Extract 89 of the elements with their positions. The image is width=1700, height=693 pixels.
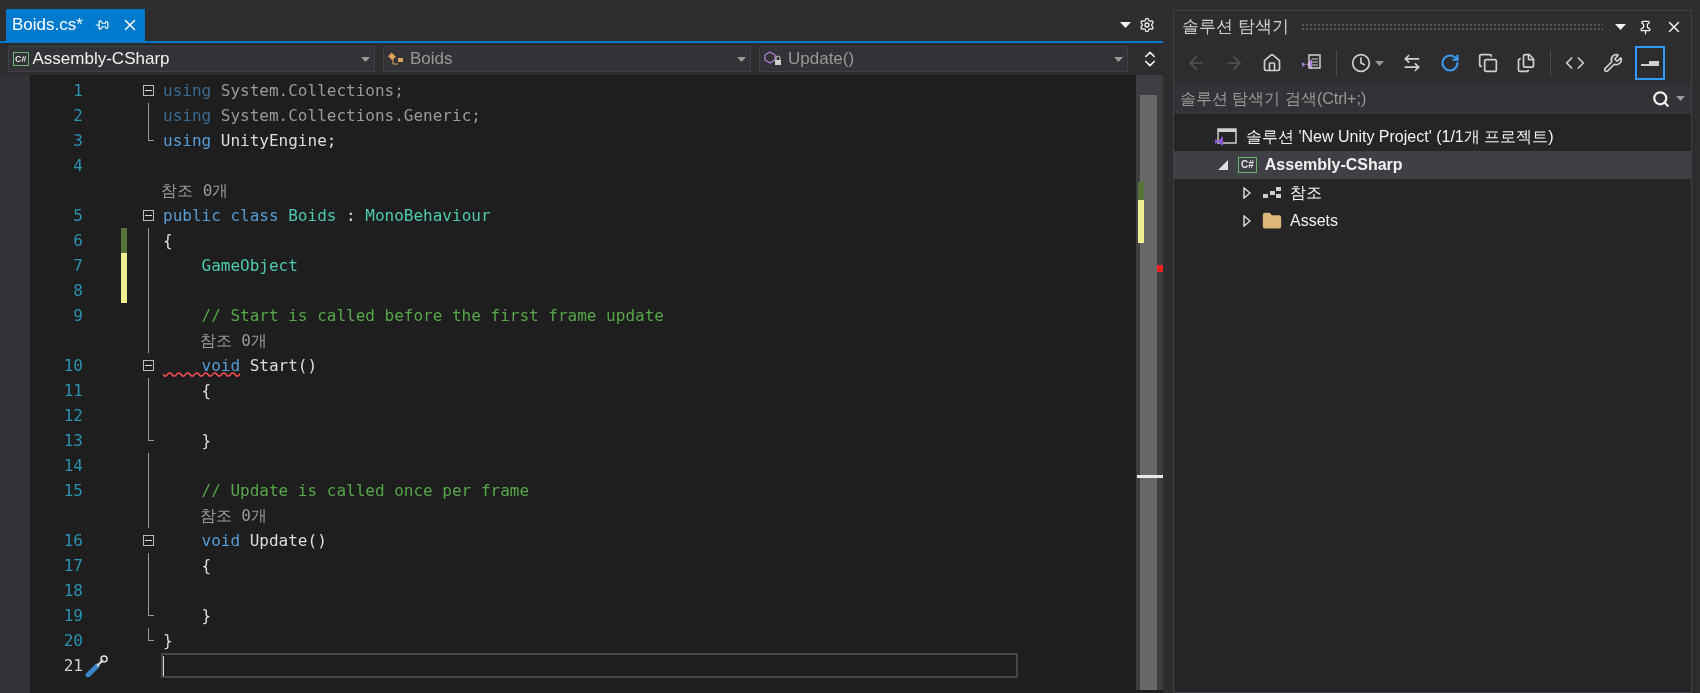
references-icon — [1262, 185, 1282, 201]
code-line: { — [200, 554, 212, 577]
dropdown-caret-icon — [737, 56, 746, 62]
line-number: 20 — [63, 629, 83, 652]
line-number: 13 — [63, 429, 83, 452]
line-number: 11 — [63, 379, 83, 402]
code-line: // Start is called before the first frame update — [200, 304, 664, 327]
sync-arrows-icon — [1402, 53, 1422, 73]
code-line: GameObject — [200, 254, 298, 277]
code-line: using UnityEngine; — [163, 129, 337, 152]
line-number: 21 — [63, 654, 83, 677]
line-number: 7 — [73, 254, 83, 277]
line-number: 2 — [73, 104, 83, 127]
pin-icon[interactable] — [1638, 19, 1653, 35]
text-cursor — [163, 655, 164, 676]
expanded-triangle-icon[interactable] — [1218, 160, 1228, 170]
navigation-dropdown[interactable]: Update() — [759, 46, 1128, 72]
tab-list-caret-icon[interactable] — [1120, 22, 1131, 28]
tree-item-label: 참조 — [1290, 183, 1322, 203]
collapsed-triangle-icon[interactable] — [1243, 215, 1251, 227]
tree-item[interactable]: 솔루션 'New Unity Project' (1/1개 프로젝트) — [1174, 123, 1691, 151]
line-number: 17 — [63, 554, 83, 577]
line-number: 5 — [73, 204, 83, 227]
code-line: public class Boids : MonoBehaviour — [163, 204, 491, 227]
reference-count[interactable]: 참조 0개 — [161, 503, 267, 528]
panel-title: 솔루션 탐색기 — [1182, 16, 1289, 39]
fold-toggle-icon[interactable] — [143, 535, 154, 546]
code-line: } — [200, 604, 212, 627]
fold-toggle-icon[interactable] — [143, 360, 154, 371]
preview-icon — [1641, 60, 1659, 66]
home-icon — [1262, 53, 1282, 73]
tree-item-label: Assembly-CSharp — [1264, 155, 1403, 175]
scrollbar-drawing[interactable] — [1136, 75, 1163, 690]
settings-icon[interactable] — [1139, 17, 1155, 33]
refresh-icon — [1440, 53, 1460, 73]
code-line: void Start() — [200, 354, 318, 377]
tree-item-label: Assets — [1290, 211, 1338, 231]
line-number: 9 — [73, 304, 83, 327]
code-line: { — [200, 379, 212, 402]
collapse-all-icon — [1478, 53, 1498, 73]
fold-toggle-icon[interactable] — [143, 210, 154, 221]
csharp-icon: C# — [13, 52, 29, 66]
reference-count[interactable]: 참조 0개 — [161, 328, 267, 353]
search-field[interactable]: 솔루션 탐색기 검색(Ctrl+;) — [1174, 83, 1646, 114]
class-icon — [388, 51, 406, 67]
panel-menu-caret-icon[interactable] — [1615, 24, 1626, 30]
tree-item-label: 솔루션 'New Unity Project' (1/1개 프로젝트) — [1246, 127, 1554, 147]
clock-filter-icon — [1351, 53, 1371, 73]
tree-item[interactable]: 참조 — [1174, 179, 1691, 207]
line-number: 8 — [73, 279, 83, 302]
wrench-icon — [1603, 53, 1623, 73]
line-number: 19 — [63, 604, 83, 627]
toolbar-button[interactable] — [1635, 46, 1665, 80]
line-number: 10 — [63, 354, 83, 377]
search-options-caret-icon — [1676, 96, 1685, 101]
code-line: using System.Collections.Generic; — [163, 104, 481, 127]
dropdown-caret-icon — [1375, 60, 1384, 66]
tree-item[interactable]: C# Assembly-CSharp — [1174, 151, 1691, 179]
code-line: } — [163, 629, 173, 652]
navigation-dropdown[interactable]: C# Assembly-CSharp — [8, 46, 375, 72]
dropdown-caret-icon — [1114, 56, 1123, 62]
show-all-files-icon — [1516, 53, 1536, 73]
dropdown-caret-icon — [361, 56, 370, 62]
code-line: using System.Collections; — [163, 79, 404, 102]
line-number: 18 — [63, 579, 83, 602]
folder-icon — [1262, 211, 1282, 231]
tree-item[interactable]: Assets — [1174, 207, 1691, 235]
line-number: 4 — [73, 154, 83, 177]
csharp-project-icon: C# — [1238, 157, 1257, 173]
search-icon[interactable] — [1652, 89, 1670, 108]
line-number: 16 — [63, 529, 83, 552]
collapsed-triangle-icon[interactable] — [1243, 187, 1251, 199]
solution-icon — [1214, 127, 1238, 147]
reference-count[interactable]: 참조 0개 — [161, 178, 229, 203]
line-number: 12 — [63, 404, 83, 427]
code-line: // Update is called once per frame — [200, 479, 530, 502]
line-number: 3 — [73, 129, 83, 152]
navigation-dropdown[interactable]: Boids — [383, 46, 751, 72]
fold-toggle-icon[interactable] — [143, 85, 154, 96]
screwdriver-icon[interactable] — [85, 654, 109, 677]
code-line: } — [200, 429, 212, 452]
code-line: void Update() — [200, 529, 327, 552]
code-line: { — [163, 229, 173, 252]
line-number: 1 — [73, 79, 83, 102]
search-options-button[interactable] — [1646, 83, 1691, 114]
method-lock-icon — [764, 51, 784, 67]
line-number: 6 — [73, 229, 83, 252]
line-number: 14 — [63, 454, 83, 477]
line-number: 15 — [63, 479, 83, 502]
